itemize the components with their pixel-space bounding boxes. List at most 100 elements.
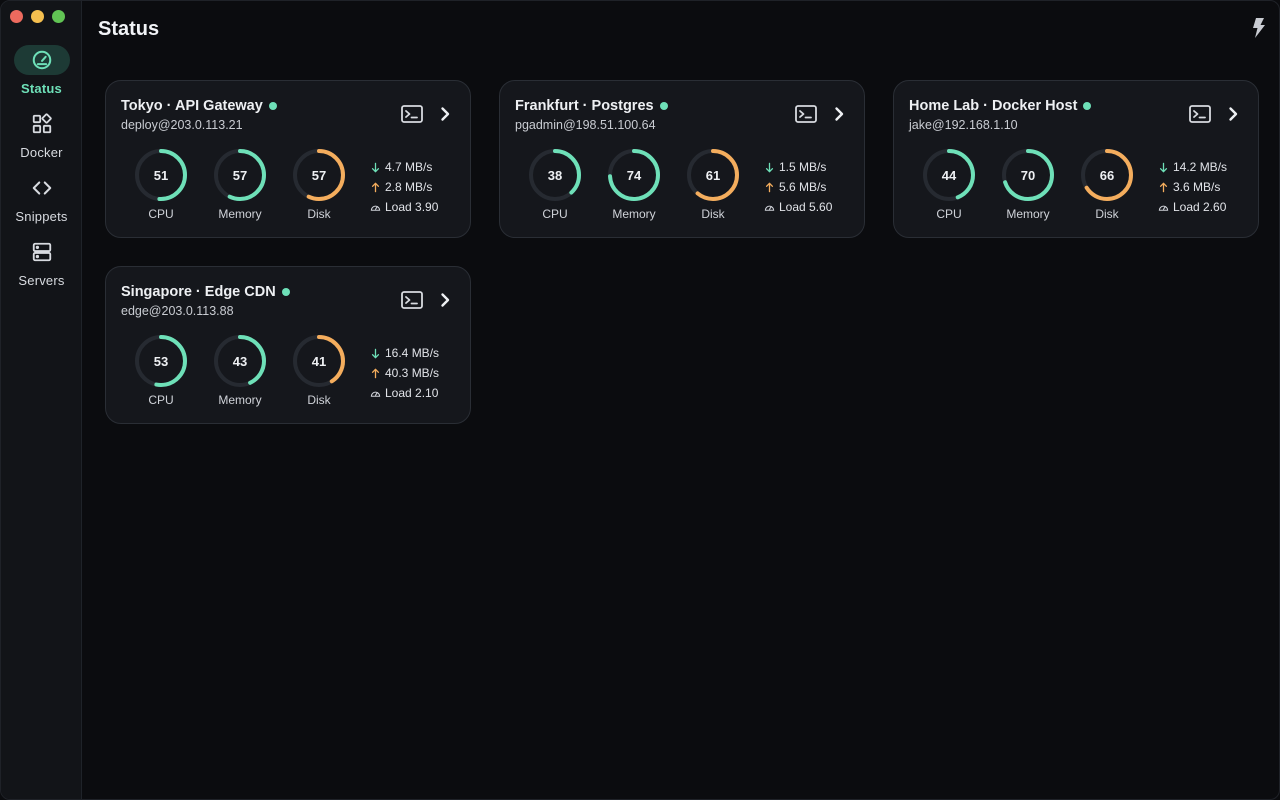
load-average: Load 2.60 bbox=[1158, 197, 1227, 217]
terminal-icon[interactable] bbox=[401, 105, 423, 123]
terminal-icon[interactable] bbox=[795, 105, 817, 123]
disk-value: 66 bbox=[1099, 167, 1115, 183]
online-status-dot bbox=[1083, 102, 1092, 110]
load-average: Load 5.60 bbox=[764, 197, 832, 217]
zoom-window-button[interactable] bbox=[52, 10, 65, 23]
network-stats: 4.7 MB/s 2.8 MB/s Load 3.90 bbox=[370, 157, 438, 217]
chevron-right-icon[interactable] bbox=[439, 106, 451, 122]
memory-label: Memory bbox=[218, 207, 262, 221]
docker-grid-icon bbox=[14, 109, 70, 139]
download-rate: 14.2 MB/s bbox=[1158, 157, 1227, 177]
arrow-up-icon bbox=[765, 182, 774, 192]
arrow-down-icon bbox=[1159, 162, 1168, 172]
chevron-right-icon[interactable] bbox=[1227, 106, 1239, 122]
terminal-icon[interactable] bbox=[401, 291, 423, 309]
network-stats: 14.2 MB/s 3.6 MB/s Load 2.60 bbox=[1158, 157, 1227, 217]
speedometer-icon bbox=[764, 205, 775, 211]
upload-rate-text: 5.6 MB/s bbox=[779, 180, 827, 194]
cpu-value: 53 bbox=[153, 353, 169, 369]
server-card[interactable]: Singapore · Edge CDN edge@203.0.113.88 5… bbox=[105, 266, 471, 424]
upload-rate-text: 2.8 MB/s bbox=[385, 180, 433, 194]
arrow-down-icon bbox=[765, 162, 774, 172]
chevron-right-icon[interactable] bbox=[833, 106, 845, 122]
server-name-text: Tokyo · API Gateway bbox=[121, 98, 263, 114]
disk-gauge: 41 Disk bbox=[291, 333, 347, 409]
disk-value: 41 bbox=[311, 353, 327, 369]
page-title: Status bbox=[98, 18, 160, 40]
server-card[interactable]: Frankfurt · Postgres pgadmin@198.51.100.… bbox=[499, 80, 865, 238]
flash-icon[interactable] bbox=[1251, 17, 1267, 39]
load-average-text: Load 2.10 bbox=[385, 386, 439, 400]
server-login: deploy@203.0.113.21 bbox=[121, 118, 243, 132]
arrow-up-icon bbox=[371, 182, 380, 192]
cpu-value: 44 bbox=[941, 167, 957, 183]
online-status-dot bbox=[659, 102, 668, 110]
disk-gauge: 66 Disk bbox=[1079, 147, 1135, 223]
download-rate-text: 1.5 MB/s bbox=[779, 160, 827, 174]
arrow-down-icon bbox=[371, 348, 380, 358]
load-average: Load 2.10 bbox=[370, 383, 439, 403]
online-status-dot bbox=[268, 102, 277, 110]
network-stats: 1.5 MB/s 5.6 MB/s Load 5.60 bbox=[764, 157, 832, 217]
server-login: jake@192.168.1.10 bbox=[909, 118, 1018, 132]
server-name: Home Lab · Docker Host bbox=[909, 98, 1092, 114]
memory-gauge: 70 Memory bbox=[1000, 147, 1056, 223]
close-window-button[interactable] bbox=[10, 10, 23, 23]
chevron-right-icon[interactable] bbox=[439, 292, 451, 308]
download-rate: 1.5 MB/s bbox=[764, 157, 832, 177]
disk-value: 61 bbox=[705, 167, 721, 183]
sidebar-item-label: Servers bbox=[18, 273, 65, 288]
download-rate-text: 16.4 MB/s bbox=[385, 346, 440, 360]
cpu-value: 38 bbox=[547, 167, 563, 183]
sidebar-item-label: Status bbox=[21, 81, 62, 96]
window-controls bbox=[10, 10, 65, 23]
sidebar-item-docker[interactable]: Docker bbox=[1, 109, 82, 173]
arrow-down-icon bbox=[371, 162, 380, 172]
disk-value: 57 bbox=[311, 167, 327, 183]
sidebar-item-snippets[interactable]: Snippets bbox=[1, 173, 82, 237]
cpu-gauge: 38 CPU bbox=[527, 147, 583, 223]
server-name: Singapore · Edge CDN bbox=[121, 284, 290, 300]
minimize-window-button[interactable] bbox=[31, 10, 44, 23]
memory-label: Memory bbox=[1006, 207, 1050, 221]
server-card[interactable]: Tokyo · API Gateway deploy@203.0.113.21 … bbox=[105, 80, 471, 238]
speedometer-icon bbox=[370, 205, 381, 211]
sidebar-nav: Status Docker Snippets Servers bbox=[1, 45, 82, 301]
memory-label: Memory bbox=[218, 393, 262, 407]
sidebar: Status Docker Snippets Servers bbox=[1, 1, 82, 799]
server-login: edge@203.0.113.88 bbox=[121, 304, 234, 318]
arrow-up-icon bbox=[371, 368, 380, 378]
terminal-icon[interactable] bbox=[1189, 105, 1211, 123]
upload-rate: 3.6 MB/s bbox=[1158, 177, 1227, 197]
cpu-label: CPU bbox=[148, 207, 174, 221]
server-name-text: Singapore · Edge CDN bbox=[121, 284, 276, 300]
server-stack-icon bbox=[14, 237, 70, 267]
memory-value: 57 bbox=[232, 167, 248, 183]
sidebar-item-label: Docker bbox=[20, 145, 63, 160]
upload-rate: 2.8 MB/s bbox=[370, 177, 438, 197]
online-status-dot bbox=[281, 288, 290, 296]
memory-label: Memory bbox=[612, 207, 656, 221]
server-card[interactable]: Home Lab · Docker Host jake@192.168.1.10… bbox=[893, 80, 1259, 238]
download-rate: 16.4 MB/s bbox=[370, 343, 439, 363]
disk-label: Disk bbox=[701, 207, 725, 221]
load-average-text: Load 2.60 bbox=[1173, 200, 1227, 214]
download-rate: 4.7 MB/s bbox=[370, 157, 438, 177]
sidebar-item-status[interactable]: Status bbox=[1, 45, 82, 109]
server-name-text: Frankfurt · Postgres bbox=[515, 98, 654, 114]
download-rate-text: 4.7 MB/s bbox=[385, 160, 433, 174]
memory-value: 74 bbox=[626, 167, 642, 183]
download-rate-text: 14.2 MB/s bbox=[1173, 160, 1228, 174]
cpu-label: CPU bbox=[936, 207, 962, 221]
disk-gauge: 61 Disk bbox=[685, 147, 741, 223]
speedometer-icon bbox=[370, 391, 381, 397]
cpu-gauge: 44 CPU bbox=[921, 147, 977, 223]
sidebar-item-servers[interactable]: Servers bbox=[1, 237, 82, 301]
memory-gauge: 74 Memory bbox=[606, 147, 662, 223]
disk-label: Disk bbox=[307, 207, 331, 221]
load-average-text: Load 3.90 bbox=[385, 200, 439, 214]
server-login: pgadmin@198.51.100.64 bbox=[515, 118, 656, 132]
sidebar-item-label: Snippets bbox=[15, 209, 68, 224]
disk-gauge: 57 Disk bbox=[291, 147, 347, 223]
upload-rate-text: 3.6 MB/s bbox=[1173, 180, 1221, 194]
